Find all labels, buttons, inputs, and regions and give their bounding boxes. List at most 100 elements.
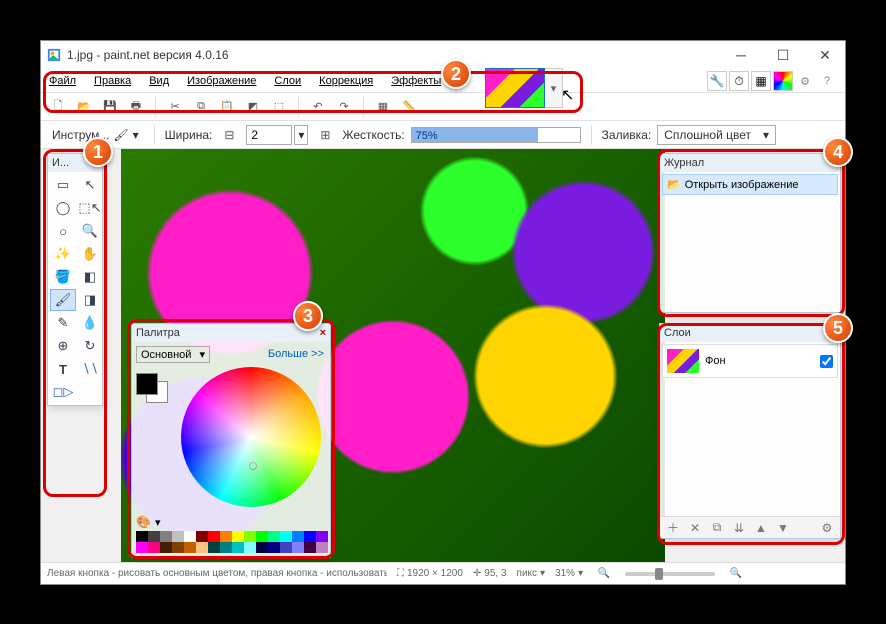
clone-stamp-tool[interactable]: ⊕ <box>50 335 76 357</box>
color-swatch[interactable] <box>184 531 196 542</box>
menu-layers[interactable]: Слои <box>270 73 305 89</box>
menu-view[interactable]: Вид <box>145 73 173 89</box>
tools-toggle-button[interactable]: 🔧 <box>707 71 727 91</box>
layer-properties-button[interactable]: ⚙ <box>818 519 836 537</box>
zoom-out-button[interactable]: 🔍 <box>593 563 615 585</box>
zoom-dropdown[interactable]: 31% ▾ <box>555 568 583 579</box>
layers-panel-header[interactable]: Слои × <box>660 324 840 342</box>
zoom-in-button[interactable]: 🔍 <box>725 563 747 585</box>
color-swatch[interactable] <box>256 542 268 553</box>
menu-image[interactable]: Изображение <box>183 73 260 89</box>
color-swatch[interactable] <box>304 531 316 542</box>
more-button[interactable]: Больше >> <box>266 346 326 362</box>
color-swatch[interactable] <box>232 531 244 542</box>
color-swatch[interactable] <box>136 542 148 553</box>
rectangle-select-tool[interactable]: ▭ <box>50 174 76 196</box>
units-dropdown[interactable]: пикс ▾ <box>517 568 546 579</box>
color-swatch[interactable] <box>268 542 280 553</box>
paintbrush-tool[interactable]: 🖌 <box>50 289 76 311</box>
color-swatch[interactable] <box>244 531 256 542</box>
brush-width-input[interactable] <box>246 125 292 145</box>
help-button[interactable]: ? <box>817 71 837 91</box>
color-swatch[interactable] <box>304 542 316 553</box>
new-button[interactable]: 🗋 <box>47 96 69 118</box>
color-swatch[interactable] <box>280 531 292 542</box>
gradient-tool[interactable]: ◧ <box>77 266 103 288</box>
move-selected-tool[interactable]: ↖ <box>77 174 103 196</box>
deselect-button[interactable]: ⬚ <box>268 96 290 118</box>
primary-secondary-dropdown[interactable]: Основной ▾ <box>136 346 210 363</box>
color-swatch[interactable] <box>148 531 160 542</box>
layers-toggle-button[interactable]: ▦ <box>751 71 771 91</box>
text-tool[interactable]: T <box>50 358 76 380</box>
shapes-dropdown[interactable] <box>77 381 103 403</box>
history-toggle-button[interactable]: ⏱ <box>729 71 749 91</box>
pencil-tool[interactable]: ✎ <box>50 312 76 334</box>
color-swatch[interactable] <box>160 542 172 553</box>
color-wheel[interactable] <box>181 367 321 507</box>
lasso-select-tool[interactable]: ◯ <box>50 197 76 219</box>
zoom-slider[interactable] <box>625 572 715 576</box>
zoom-knob[interactable] <box>655 568 663 580</box>
color-swatch[interactable] <box>316 542 328 553</box>
color-swatch[interactable] <box>172 531 184 542</box>
duplicate-layer-button[interactable]: ⧉ <box>708 519 726 537</box>
ruler-button[interactable]: 📏 <box>398 96 420 118</box>
chevron-down-icon[interactable]: ▾ <box>155 516 161 529</box>
color-swatch[interactable] <box>196 542 208 553</box>
layer-item[interactable]: Фон <box>662 344 838 378</box>
undo-button[interactable]: ↶ <box>307 96 329 118</box>
primary-color-swatch[interactable] <box>136 373 158 395</box>
copy-button[interactable]: ⧉ <box>190 96 212 118</box>
print-button[interactable]: 🖶 <box>125 96 147 118</box>
hardness-slider[interactable]: 75% <box>411 127 581 143</box>
color-swatch[interactable] <box>292 542 304 553</box>
document-thumbnail[interactable] <box>485 68 545 108</box>
color-swatch[interactable] <box>136 531 148 542</box>
menu-adjustments[interactable]: Коррекция <box>315 73 377 89</box>
open-button[interactable]: 📂 <box>73 96 95 118</box>
zoom-tool[interactable]: 🔍 <box>77 220 103 242</box>
color-swatch[interactable] <box>184 542 196 553</box>
redo-button[interactable]: ↷ <box>333 96 355 118</box>
color-swatch[interactable] <box>172 542 184 553</box>
paint-bucket-tool[interactable]: 🪣 <box>50 266 76 288</box>
chevron-down-icon[interactable]: ▾ <box>294 125 308 145</box>
color-swatch[interactable] <box>220 542 232 553</box>
save-button[interactable]: 💾 <box>99 96 121 118</box>
history-item[interactable]: 📂 Открыть изображение <box>662 174 838 195</box>
paste-button[interactable]: 📋 <box>216 96 238 118</box>
width-increase[interactable]: ⊞ <box>314 124 336 146</box>
merge-layer-button[interactable]: ⇊ <box>730 519 748 537</box>
close-button[interactable]: ✕ <box>811 45 839 65</box>
color-swatch[interactable] <box>208 542 220 553</box>
color-swatch[interactable] <box>232 542 244 553</box>
grid-button[interactable]: ▦ <box>372 96 394 118</box>
color-swatch[interactable] <box>280 542 292 553</box>
add-layer-button[interactable]: ＋ <box>664 519 682 537</box>
move-down-button[interactable]: ▼ <box>774 519 792 537</box>
color-wheel-cursor[interactable] <box>249 462 257 470</box>
primary-secondary-swatches[interactable] <box>136 373 170 403</box>
line-tool[interactable]: ∖∖ <box>77 358 103 380</box>
layer-visibility-checkbox[interactable] <box>820 355 833 368</box>
color-swatch[interactable] <box>196 531 208 542</box>
move-up-button[interactable]: ▲ <box>752 519 770 537</box>
history-panel-header[interactable]: Журнал × <box>660 154 840 172</box>
color-swatch[interactable] <box>148 542 160 553</box>
color-swatch[interactable] <box>220 531 232 542</box>
menu-file[interactable]: Файл <box>45 73 80 89</box>
move-selection-tool[interactable]: ⬚↖ <box>77 197 103 219</box>
crop-button[interactable]: ◩ <box>242 96 264 118</box>
colors-toggle-button[interactable] <box>773 71 793 91</box>
color-swatch[interactable] <box>292 531 304 542</box>
settings-button[interactable]: ⚙ <box>795 71 815 91</box>
color-picker-tool[interactable]: 💧 <box>77 312 103 334</box>
ellipse-select-tool[interactable]: ○ <box>50 220 76 242</box>
cut-button[interactable]: ✂ <box>164 96 186 118</box>
eraser-tool[interactable]: ◨ <box>77 289 103 311</box>
color-swatch[interactable] <box>256 531 268 542</box>
maximize-button[interactable]: ☐ <box>769 45 797 65</box>
delete-layer-button[interactable]: ✕ <box>686 519 704 537</box>
shapes-tool[interactable]: ◻▷ <box>50 381 76 403</box>
